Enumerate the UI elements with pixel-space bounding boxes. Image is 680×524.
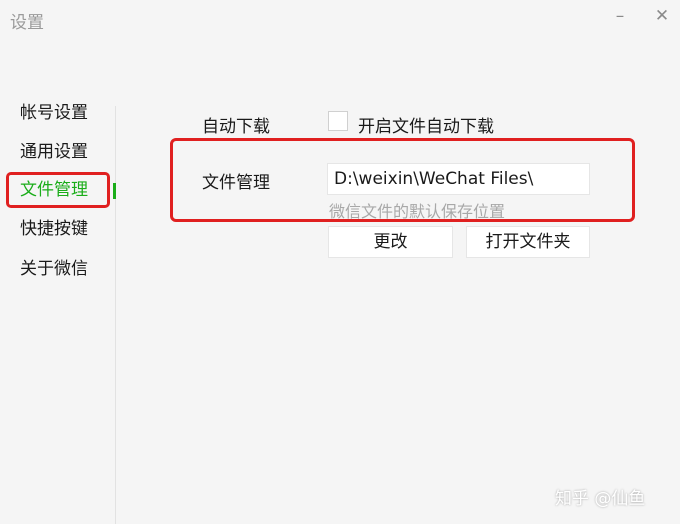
auto-download-checkbox-label[interactable]: 开启文件自动下载 — [358, 112, 494, 137]
save-path-hint: 微信文件的默认保存位置 — [329, 202, 506, 221]
sidebar-item-account[interactable]: 帐号设置 — [20, 98, 88, 128]
sidebar-item-general[interactable]: 通用设置 — [20, 137, 88, 167]
minimize-icon[interactable]: – — [608, 4, 632, 28]
active-indicator-bar — [113, 183, 116, 199]
sidebar-red-highlight-box — [6, 172, 110, 208]
change-path-button[interactable]: 更改 — [328, 226, 453, 258]
auto-download-checkbox[interactable] — [328, 111, 348, 131]
sidebar-item-shortcuts[interactable]: 快捷按键 — [20, 214, 88, 244]
close-icon[interactable]: ✕ — [650, 4, 674, 28]
watermark-text: 知乎 @仙鱼 — [555, 489, 646, 509]
settings-window: 设置 – ✕ 帐号设置 通用设置 文件管理 快捷按键 关于微信 自动下载 开启文… — [0, 0, 680, 524]
sidebar-item-about[interactable]: 关于微信 — [20, 254, 88, 284]
auto-download-label: 自动下载 — [202, 117, 270, 137]
save-path-field[interactable] — [327, 163, 590, 195]
file-management-label: 文件管理 — [202, 173, 270, 193]
window-title: 设置 — [10, 13, 44, 33]
sidebar-divider — [115, 106, 116, 524]
open-folder-button[interactable]: 打开文件夹 — [466, 226, 590, 258]
